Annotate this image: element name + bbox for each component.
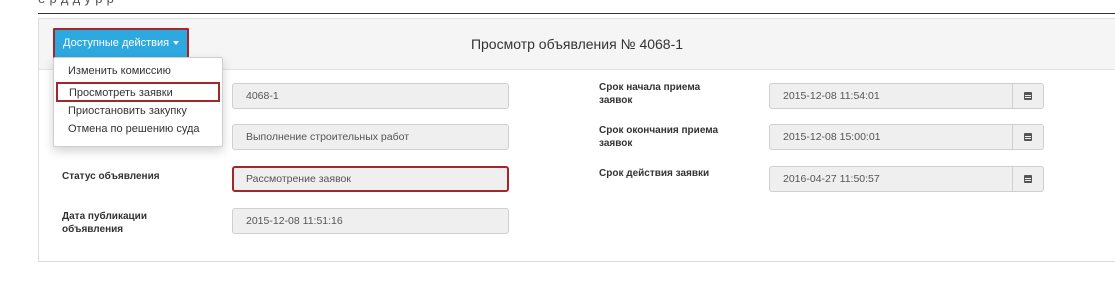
status-label: Статус объявления [62,171,160,182]
start-date-field[interactable]: 2015-12-08 11:54:01 [769,83,1013,109]
publication-date-label-line2: объявления [62,224,124,235]
validity-label: Срок действия заявки [599,168,710,179]
publication-date-label-line1: Дата публикации [62,211,147,222]
calendar-icon [1024,133,1032,141]
end-date-label: Срок окончания приема заявок [599,124,718,150]
start-date-label: Срок начала приема заявок [599,81,700,107]
clipped-header-text: е р д д у р р [38,0,1115,18]
validity-calendar-button[interactable] [1012,166,1044,192]
end-date-label-line2: заявок [599,138,633,149]
actions-dropdown-menu: Изменить комиссию Просмотреть заявки При… [53,57,223,147]
end-date-label-line1: Срок окончания приема [599,125,719,136]
clipped-header-fragment: е р д д у р р [38,0,114,9]
end-date-field[interactable]: 2015-12-08 15:00:01 [769,124,1013,150]
subject-field[interactable]: Выполнение строительных работ [232,124,509,150]
calendar-icon [1024,92,1032,100]
start-date-label-line2: заявок [599,95,633,106]
menu-item-change-commission[interactable]: Изменить комиссию [68,65,171,77]
publication-date-field[interactable]: 2015-12-08 11:51:16 [232,208,509,234]
header-underline [38,13,1115,14]
end-date-calendar-button[interactable] [1012,124,1044,150]
validity-field[interactable]: 2016-04-27 11:50:57 [769,166,1013,192]
page-title: Просмотр объявления № 4068-1 [470,36,684,52]
publication-date-label: Дата публикации объявления [62,210,147,236]
menu-item-suspend-procurement[interactable]: Приостановить закупку [68,105,187,117]
calendar-icon [1024,175,1032,183]
menu-item-view-applications[interactable]: Просмотреть заявки [56,82,220,102]
start-date-label-line1: Срок начала приема [599,82,701,93]
number-field[interactable]: 4068-1 [232,83,509,109]
start-date-calendar-button[interactable] [1012,83,1044,109]
menu-item-court-cancellation[interactable]: Отмена по решению суда [68,123,200,135]
status-field[interactable]: Рассмотрение заявок [232,166,509,192]
